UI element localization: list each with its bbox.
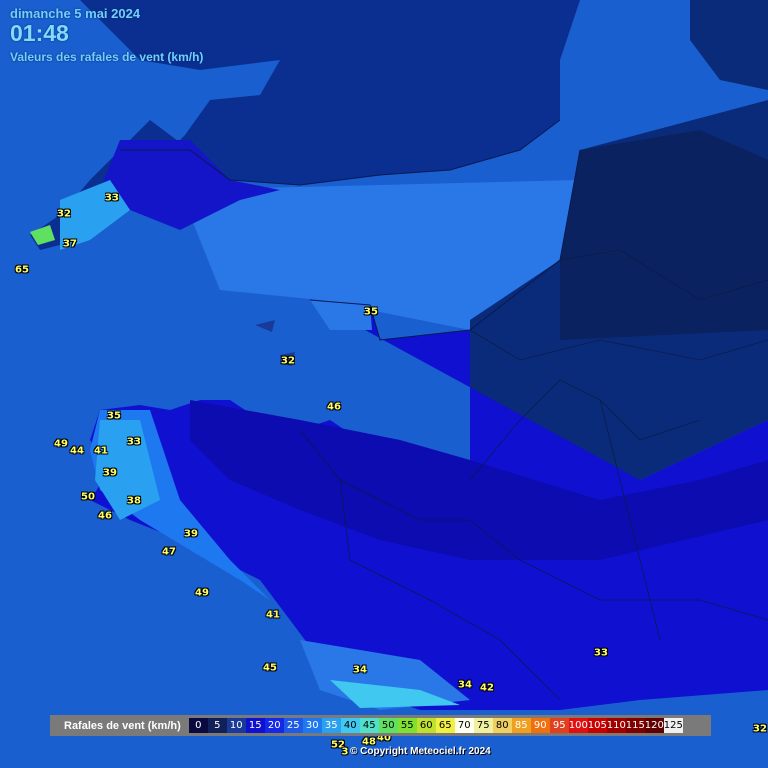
- legend-step: 120: [644, 718, 664, 733]
- legend-step: 60: [416, 718, 436, 733]
- legend-scale: 0 5 10 15 20 25 30 35 40 45 50 55 60 65 70 75 80 85 90 95 10…: [188, 718, 683, 733]
- gust-value-label: 44: [70, 445, 84, 457]
- legend-step: 115: [625, 718, 645, 733]
- legend-step: 110: [606, 718, 626, 733]
- gust-value-label: 3: [341, 746, 349, 758]
- map-time: 01:48: [10, 20, 69, 46]
- legend-step: 90: [530, 718, 550, 733]
- gust-value-label: 33: [594, 647, 608, 659]
- legend-title: Rafales de vent (km/h): [64, 719, 181, 732]
- wind-gust-map: [0, 0, 768, 768]
- gust-value-label: 39: [184, 528, 198, 540]
- gust-value-label: 32: [281, 355, 295, 367]
- gust-value-label: 33: [127, 436, 141, 448]
- gust-value-label: 39: [103, 467, 117, 479]
- map-subtitle: Valeurs des rafales de vent (km/h): [10, 50, 204, 64]
- gust-value-label: 47: [162, 546, 176, 558]
- legend-step: 50: [378, 718, 398, 733]
- legend-step: 0: [188, 718, 208, 733]
- gust-value-label: 38: [127, 495, 141, 507]
- gust-value-label: 35: [364, 306, 378, 318]
- map-date: dimanche 5 mai 2024: [10, 6, 141, 21]
- gust-value-label: 41: [266, 609, 280, 621]
- gust-value-label: 49: [54, 438, 68, 450]
- legend-step: 35: [321, 718, 341, 733]
- legend-step: 85: [511, 718, 531, 733]
- legend-step: 10: [226, 718, 246, 733]
- gust-value-label: 33: [105, 192, 119, 204]
- legend-step: 105: [587, 718, 607, 733]
- legend-step: 15: [245, 718, 265, 733]
- legend-step: 75: [473, 718, 493, 733]
- gust-value-label: 45: [263, 662, 277, 674]
- legend-step: 45: [359, 718, 379, 733]
- gust-value-label: 46: [327, 401, 341, 413]
- legend-step: 5: [207, 718, 227, 733]
- gust-value-label: 49: [195, 587, 209, 599]
- legend-step: 20: [264, 718, 284, 733]
- gust-value-label: 35: [107, 410, 121, 422]
- legend-step: 25: [283, 718, 303, 733]
- gust-value-label: 32: [753, 723, 767, 735]
- gust-value-label: 65: [15, 264, 29, 276]
- gust-value-label: 46: [98, 510, 112, 522]
- legend-step: 100: [568, 718, 588, 733]
- wind-gust-legend: Rafales de vent (km/h) 0 5 10 15 20 25 30 35 40 4…: [50, 715, 711, 736]
- gust-value-label: 32: [57, 208, 71, 220]
- legend-step: 40: [340, 718, 360, 733]
- gust-value-label: 34: [458, 679, 472, 691]
- legend-step: 80: [492, 718, 512, 733]
- legend-step: 95: [549, 718, 569, 733]
- legend-step: 70: [454, 718, 474, 733]
- legend-step: 125: [663, 718, 683, 733]
- legend-step: 65: [435, 718, 455, 733]
- copyright-notice: © Copyright Meteociel.fr 2024: [350, 746, 491, 757]
- gust-value-label: 37: [63, 238, 77, 250]
- gust-value-label: 50: [81, 491, 95, 503]
- gust-value-label: 42: [480, 682, 494, 694]
- legend-step: 55: [397, 718, 417, 733]
- gust-value-label: 34: [353, 664, 367, 676]
- map-view: dimanche 5 mai 2024 01:48 Valeurs des ra…: [0, 0, 768, 768]
- gust-value-label: 41: [94, 445, 108, 457]
- legend-step: 30: [302, 718, 322, 733]
